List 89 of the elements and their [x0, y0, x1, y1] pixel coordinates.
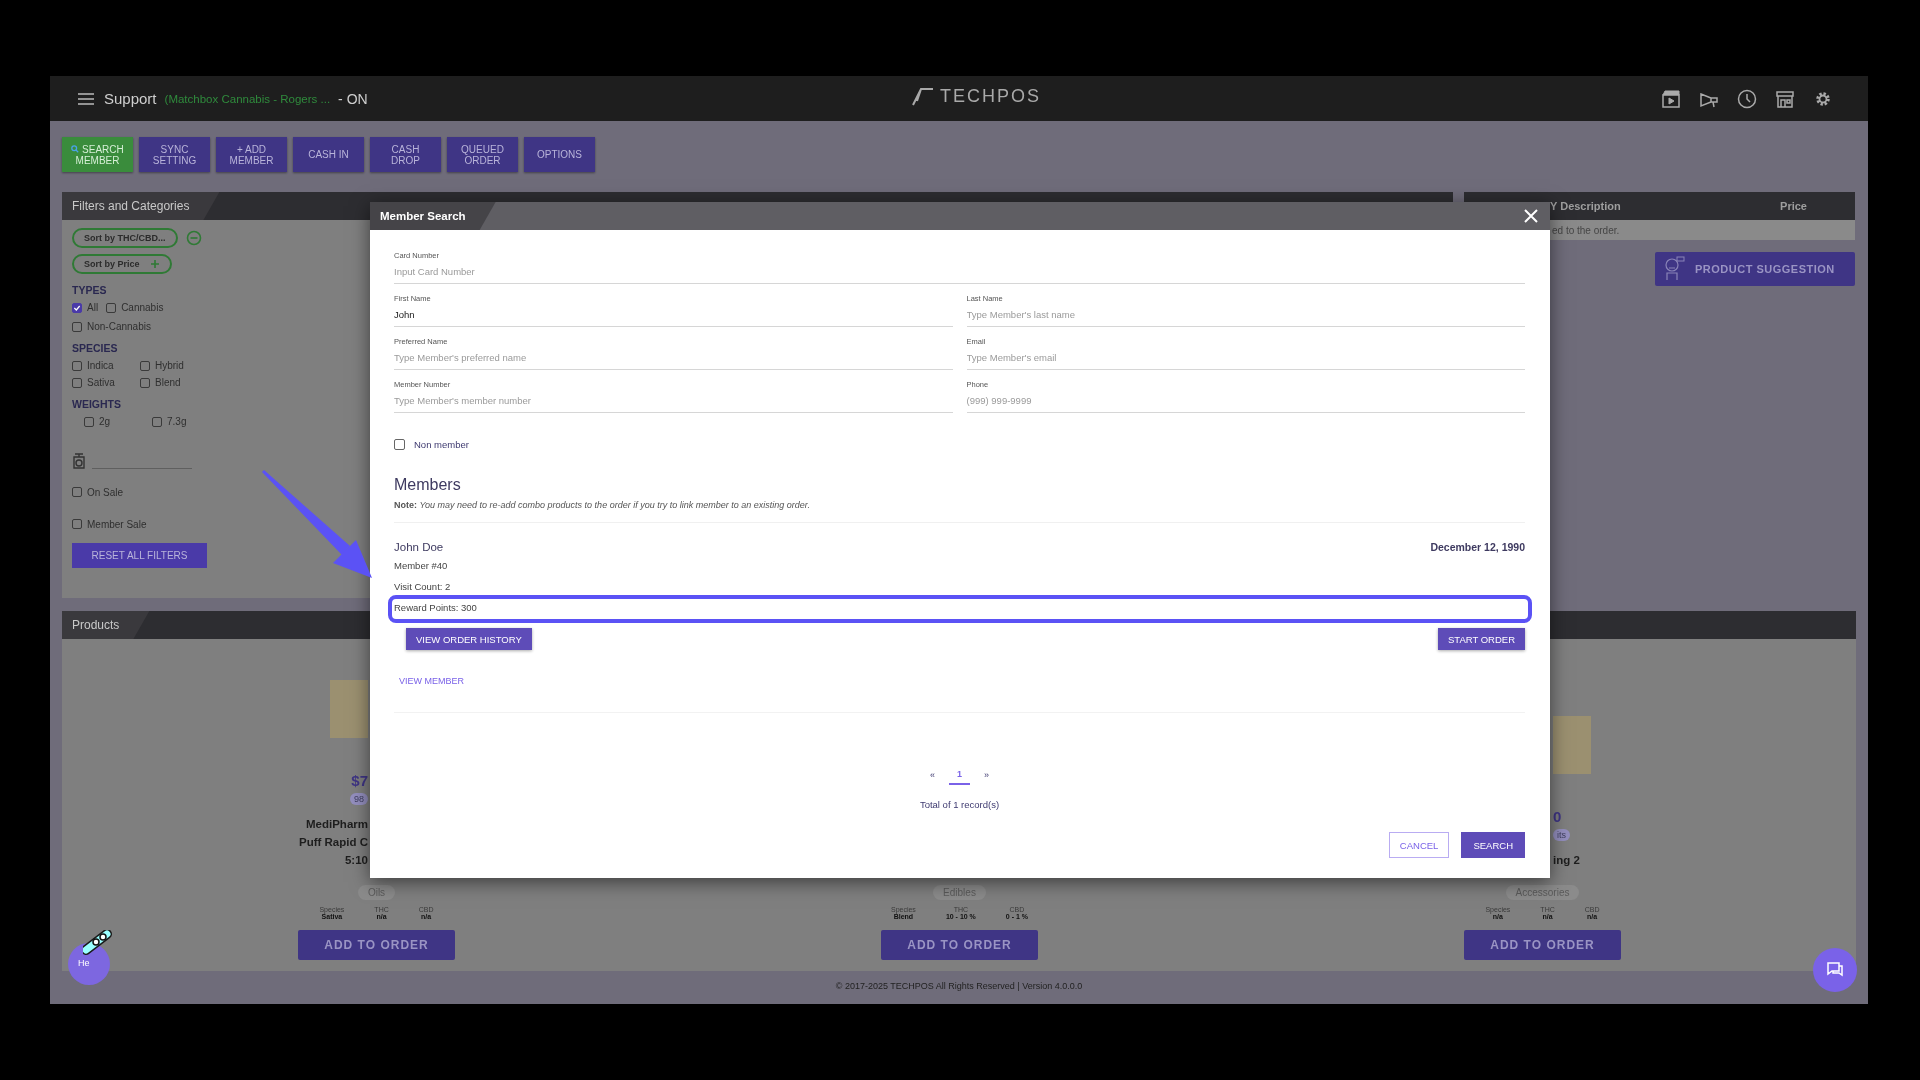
plus-icon [149, 259, 160, 269]
robot-icon [1663, 256, 1685, 282]
product-price: $7 [351, 772, 368, 789]
member-detail-text: Visit Count: 2 [394, 581, 451, 592]
checkbox-label: Hybrid [155, 360, 184, 371]
checkbox-label: 2g [99, 416, 111, 427]
toolbar-button[interactable]: CASH DROP [370, 137, 441, 172]
search-button[interactable]: SEARCH [1461, 832, 1525, 858]
view-member-link[interactable]: VIEW MEMBER [399, 676, 464, 686]
record-count: Total of 1 record(s) [918, 799, 1001, 810]
column-header: Price [1780, 200, 1807, 212]
toolbar-button[interactable]: QUEUED ORDER [447, 137, 518, 172]
search-icon [71, 144, 80, 153]
photo-placeholder [1553, 716, 1591, 774]
toolbar-button[interactable]: OPTIONS [524, 137, 595, 172]
checkbox-label: All [87, 302, 99, 313]
filter-group-title: SPECIES [72, 342, 119, 354]
checkbox[interactable] [394, 439, 405, 450]
checkbox[interactable] [72, 360, 82, 371]
section-title: Members [394, 476, 462, 494]
clock-icon[interactable] [1736, 87, 1758, 110]
empty-message: ed to the order. [1552, 224, 1620, 236]
birth-date: December 12, 1990 [1430, 541, 1525, 553]
menu-icon[interactable] [78, 92, 94, 105]
checkbox[interactable] [72, 519, 82, 529]
cancel-button[interactable]: CANCEL [1388, 832, 1450, 858]
checkbox-label: Non member [414, 439, 469, 450]
menu-label: Support [104, 90, 157, 107]
checkbox-label: Blend [155, 377, 181, 388]
product-badge: its [1553, 829, 1570, 841]
checkbox-label: On Sale [87, 486, 124, 498]
scale-icon [72, 453, 86, 469]
checkbox[interactable] [72, 377, 82, 388]
product-name: 5:10 [344, 853, 368, 867]
product-suggestion-button[interactable]: PRODUCT SUGGESTION [1655, 252, 1855, 286]
add-to-order-button[interactable]: ADD TO ORDER [881, 930, 1038, 960]
panel-title: Filters and Categories [62, 192, 220, 220]
member-detail-text: Member #40 [394, 560, 448, 571]
page-button[interactable]: 1 [949, 769, 970, 785]
column-header: Y Description [1550, 200, 1621, 212]
telescope-icon [83, 930, 113, 956]
store-name: (Matchbox Cannabis - Rogers ... [164, 92, 331, 105]
toolbar-button[interactable]: SYNC SETTING [139, 137, 210, 172]
filter-group-title: TYPES [72, 284, 108, 296]
product-name: MediPharm [306, 817, 368, 831]
next-page-button[interactable]: » [984, 769, 989, 785]
member-name: John Doe [394, 541, 444, 553]
logo-text: TECHPOS [940, 85, 1041, 107]
photo-placeholder [330, 680, 368, 738]
checkbox-label: 7.3g [167, 416, 187, 427]
help-label: He [78, 958, 90, 968]
filter-group-title: WEIGHTS [72, 398, 122, 410]
checkbox[interactable] [72, 302, 82, 313]
start-order-button[interactable]: START ORDER [1437, 628, 1525, 650]
dialog-title: Member Search [370, 202, 496, 230]
checkbox[interactable] [152, 416, 162, 427]
sort-chip[interactable]: Sort by Price [72, 254, 172, 274]
checkbox[interactable] [72, 487, 82, 497]
checkbox[interactable] [140, 377, 150, 388]
view-order-history-button[interactable]: VIEW ORDER HISTORY [406, 628, 532, 650]
logo-icon [910, 85, 936, 107]
checkbox[interactable] [106, 302, 117, 313]
add-to-order-button[interactable]: ADD TO ORDER [1464, 930, 1621, 960]
toolbar-button[interactable]: + ADD MEMBER [216, 137, 287, 172]
checkbox-label: Sativa [87, 377, 115, 388]
checkbox-label: Indica [87, 360, 114, 371]
toolbar-button[interactable]: CASH IN [293, 137, 364, 172]
checkbox[interactable] [84, 416, 94, 427]
checkbox-label: Member Sale [87, 518, 147, 530]
checkbox[interactable] [140, 360, 150, 371]
reset-filters-button[interactable]: RESET ALL FILTERS [72, 543, 207, 568]
checkbox[interactable] [72, 321, 82, 332]
product-price: 0 [1553, 808, 1562, 825]
product-badge: 98 [350, 793, 368, 805]
note-text: Note: You may need to re-add combo products to the order if you try to link member to an existing order. [394, 500, 1525, 523]
product-name: Puff Rapid C [299, 835, 368, 849]
previous-page-button[interactable]: « [929, 769, 935, 785]
add-to-order-button[interactable]: ADD TO ORDER [298, 930, 455, 960]
checkbox-label: Non-Cannabis [87, 321, 151, 332]
member-detail-text: Reward Points: 300 [394, 602, 477, 613]
close-icon[interactable] [1524, 209, 1538, 223]
panel-title: Products [62, 611, 150, 639]
product-name: ing 2 [1553, 853, 1580, 867]
video-clapper-icon[interactable] [1660, 87, 1682, 110]
toolbar-button[interactable]: SEARCH MEMBER [62, 137, 133, 172]
footer-text: © 2017-2025 TECHPOS All Rights Reserved | Version 4.0.0.0 [834, 981, 1084, 991]
checkbox-label: Cannabis [121, 302, 164, 313]
status-text: - ON [338, 90, 368, 107]
sort-chip[interactable]: Sort by THC/CBD... [72, 228, 178, 248]
